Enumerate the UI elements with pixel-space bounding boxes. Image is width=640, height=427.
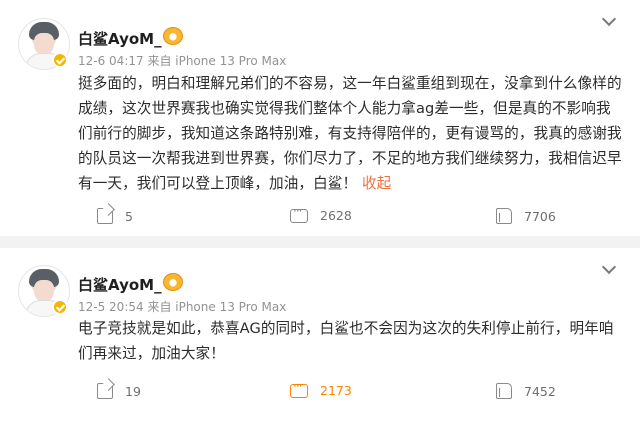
like-count: 7452 (524, 383, 556, 399)
repost-count: 5 (125, 208, 133, 224)
comment-icon (290, 379, 308, 398)
comment-count: 2173 (320, 383, 352, 398)
like-icon (496, 383, 512, 399)
like-button[interactable]: 7452 (496, 383, 556, 399)
verified-badge-icon (52, 52, 68, 68)
like-button[interactable]: 7706 (496, 208, 556, 224)
post-body: 挺多面的，明白和理解兄弟们的不容易，这一年白鲨重组到现在，没拿到什么像样的成绩，… (78, 75, 622, 192)
post-card: 白鲨AyoM_ 12-5 20:54 来自 iPhone 13 Pro Max … (0, 248, 640, 427)
repost-button[interactable]: 19 (97, 383, 141, 399)
post-card: 白鲨AyoM_ 12-6 04:17 来自 iPhone 13 Pro Max … (0, 0, 640, 236)
post-body: 电子竞技就是如此，恭喜AG的同时，白鲨也不会因为这次的失利停止前行，明年咱们再来… (78, 320, 614, 362)
fan-badge-icon (163, 273, 183, 291)
repost-icon (97, 383, 113, 399)
like-count: 7706 (524, 208, 556, 224)
post-meta: 12-5 20:54 来自 iPhone 13 Pro Max (78, 300, 287, 314)
repost-button[interactable]: 5 (97, 208, 133, 224)
collapse-link[interactable]: 收起 (362, 175, 391, 192)
repost-icon (97, 208, 113, 224)
like-icon (496, 208, 512, 224)
post-text: 电子竞技就是如此，恭喜AG的同时，白鲨也不会因为这次的失利停止前行，明年咱们再来… (78, 316, 623, 366)
post-text: 挺多面的，明白和理解兄弟们的不容易，这一年白鲨重组到现在，没拿到什么像样的成绩，… (78, 71, 623, 196)
post-divider (0, 236, 640, 248)
comment-icon (290, 204, 308, 223)
comment-count: 2628 (320, 208, 352, 223)
fan-badge-icon (163, 27, 183, 45)
comment-button[interactable]: 2628 (290, 204, 352, 223)
comment-button[interactable]: 2173 (290, 379, 352, 398)
repost-count: 19 (125, 383, 141, 399)
verified-badge-icon (52, 299, 68, 315)
chevron-down-icon[interactable] (601, 259, 617, 275)
author-name[interactable]: 白鲨AyoM_ (78, 28, 162, 49)
post-meta: 12-6 04:17 来自 iPhone 13 Pro Max (78, 54, 287, 68)
author-name[interactable]: 白鲨AyoM_ (78, 274, 162, 295)
chevron-down-icon[interactable] (601, 11, 617, 27)
